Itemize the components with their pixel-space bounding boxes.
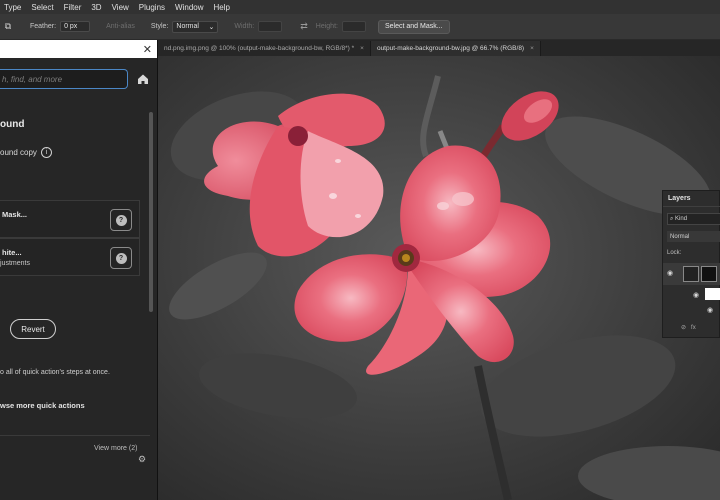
help-button[interactable]: ?: [110, 209, 132, 231]
eye-icon[interactable]: ◉: [693, 291, 699, 299]
search-row: h, find, and more: [0, 68, 158, 90]
options-bar: ⧉ Feather: 0 px Anti-alias Style: Normal…: [0, 14, 720, 40]
height-input[interactable]: [341, 21, 366, 32]
step-title: Mask...: [2, 210, 28, 219]
height-label: Height:: [315, 23, 338, 30]
style-value: Normal: [176, 23, 199, 30]
anti-alias-checkbox[interactable]: Anti-alias: [106, 23, 135, 30]
menu-3d[interactable]: 3D: [86, 3, 106, 12]
layer-row[interactable]: ◉: [663, 263, 720, 285]
help-button[interactable]: ?: [110, 247, 132, 269]
gear-icon[interactable]: ⚙: [138, 454, 146, 465]
revert-note: o all of quick action's steps at once.: [0, 369, 110, 376]
swap-icon[interactable]: ⇄: [300, 21, 308, 32]
layer-filter-dropdown[interactable]: ⌕ Kind: [667, 213, 720, 225]
eye-icon[interactable]: ◉: [707, 306, 713, 314]
step-subtitle: justments: [0, 260, 30, 267]
tab-document-1[interactable]: nd.png.img.png @ 100% (output-make-backg…: [158, 41, 371, 56]
close-icon[interactable]: ✕: [143, 43, 152, 56]
menu-filter[interactable]: Filter: [59, 3, 87, 12]
menu-select[interactable]: Select: [26, 3, 58, 12]
app-window: Type Select Filter 3D View Plugins Windo…: [0, 0, 720, 500]
view-more-link[interactable]: View more (2): [94, 445, 137, 452]
feather-input[interactable]: 0 px: [60, 21, 91, 32]
menu-plugins[interactable]: Plugins: [134, 3, 170, 12]
divider: [0, 435, 150, 436]
menu-bar: Type Select Filter 3D View Plugins Windo…: [0, 0, 720, 14]
layer-thumbnail: [683, 266, 699, 282]
step-title: hite...: [2, 248, 22, 257]
close-tab-icon[interactable]: ×: [530, 45, 534, 52]
menu-view[interactable]: View: [107, 3, 134, 12]
panel-scrollbar[interactable]: [149, 112, 153, 312]
section-title: ound: [0, 119, 25, 130]
tab-label: output-make-background-bw.jpg @ 66.7% (R…: [376, 45, 525, 52]
menu-window[interactable]: Window: [170, 3, 208, 12]
mask-thumbnail: [701, 266, 717, 282]
discover-panel: ✕ h, find, and more ound ound copy i Mas…: [0, 40, 158, 500]
step-black-white[interactable]: hite... justments ?: [0, 238, 140, 276]
panel-header: ✕: [0, 40, 157, 58]
step-select-mask[interactable]: Mask... ?: [0, 200, 140, 238]
close-tab-icon[interactable]: ×: [360, 45, 364, 52]
width-input[interactable]: [258, 21, 283, 32]
help-icon: ?: [115, 214, 127, 226]
search-input[interactable]: h, find, and more: [0, 69, 128, 89]
menu-help[interactable]: Help: [209, 3, 235, 12]
divider: [663, 206, 720, 207]
lock-label: Lock:: [667, 250, 682, 256]
document-canvas[interactable]: [158, 56, 720, 500]
copy-label: ound copy: [0, 148, 37, 157]
width-label: Width:: [234, 23, 255, 30]
copy-row: ound copy i: [0, 147, 52, 158]
revert-button[interactable]: Revert: [10, 319, 56, 339]
chevron-down-icon: ⌄: [208, 23, 215, 31]
document-tabs: nd.png.img.png @ 100% (output-make-backg…: [158, 40, 720, 56]
eye-icon[interactable]: ◉: [667, 269, 673, 277]
blend-mode-dropdown[interactable]: Normal: [667, 231, 720, 242]
tab-label: nd.png.img.png @ 100% (output-make-backg…: [164, 45, 355, 52]
layer-thumbnail: [705, 288, 720, 300]
layer-actions[interactable]: ⊘ fx: [681, 324, 696, 331]
info-icon[interactable]: i: [40, 147, 52, 158]
photo-flower: [158, 56, 720, 500]
style-dropdown[interactable]: Normal ⌄: [172, 20, 219, 33]
layers-title[interactable]: Layers: [668, 195, 691, 202]
help-icon: ?: [115, 252, 127, 264]
layers-panel: Layers ⌕ Kind Normal Lock: ◉ ◉ ◉ ⊘ fx: [662, 190, 720, 338]
tab-document-2[interactable]: output-make-background-bw.jpg @ 66.7% (R…: [370, 41, 541, 56]
home-icon[interactable]: [136, 72, 150, 86]
select-and-mask-button[interactable]: Select and Mask...: [377, 19, 450, 34]
feather-label: Feather:: [30, 23, 57, 30]
intersect-selection-icon[interactable]: ⧉: [0, 19, 16, 35]
browse-quick-actions-link[interactable]: wse more quick actions: [0, 401, 85, 410]
kind-label: Kind: [675, 216, 688, 222]
style-label: Style:: [150, 23, 169, 30]
menu-type[interactable]: Type: [0, 3, 26, 12]
